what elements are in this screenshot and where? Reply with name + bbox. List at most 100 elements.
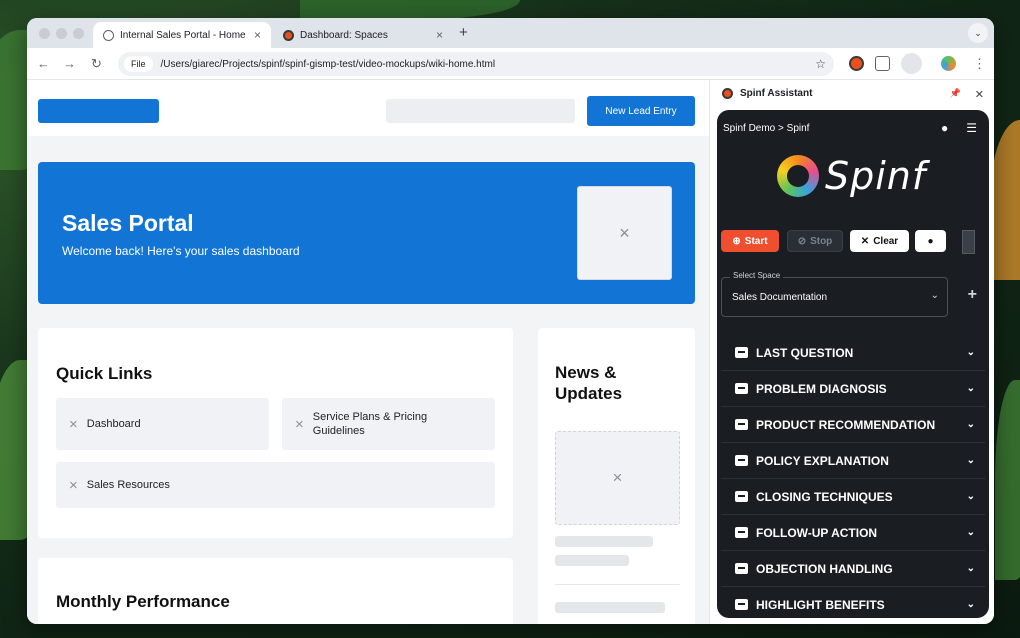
level-meter <box>962 230 975 254</box>
side-panel-title: Spinf Assistant <box>740 88 813 99</box>
section-product-recommendation[interactable]: PRODUCT RECOMMENDATION ⌄ <box>721 407 985 443</box>
chevron-down-icon: ⌄ <box>966 599 975 610</box>
stop-button[interactable]: ⊘ Stop <box>787 230 843 252</box>
background-leaf <box>300 0 520 20</box>
select-space-label: Select Space <box>730 271 784 280</box>
select-space-value: Sales Documentation <box>732 292 828 303</box>
puzzle-extensions-icon[interactable] <box>875 56 890 71</box>
quick-link-sales-resources[interactable]: × Sales Resources <box>56 462 495 508</box>
close-window-button[interactable] <box>39 28 50 39</box>
news-divider <box>555 584 680 585</box>
comment-icon <box>735 527 748 538</box>
news-skeleton-line <box>555 602 665 613</box>
clear-label: Clear <box>873 235 899 247</box>
minimize-window-button[interactable] <box>56 28 67 39</box>
close-tab-icon[interactable]: × <box>436 28 443 42</box>
clear-button[interactable]: ✕ Clear <box>850 230 909 252</box>
portal-header: New Lead Entry <box>27 80 709 136</box>
comment-icon <box>735 491 748 502</box>
close-tab-icon[interactable]: × <box>254 28 261 42</box>
portal-logo-placeholder[interactable] <box>38 99 159 123</box>
assistant-app: Spinf Demo > Spinf ● ☰ Spinf ⊕ Start ⊘ S… <box>717 110 989 618</box>
page-content: New Lead Entry Sales Portal Welcome back… <box>27 80 709 624</box>
quick-links-title: Quick Links <box>56 364 153 383</box>
stop-label: Stop <box>810 235 833 247</box>
quick-link-label: Dashboard <box>86 418 141 430</box>
background-leaf <box>995 380 1020 580</box>
quick-links-card: Quick Links × Dashboard × Service Plans … <box>38 328 513 538</box>
background-leaf <box>990 120 1020 280</box>
comment-icon <box>735 383 748 394</box>
chat-button[interactable]: ● <box>915 230 946 252</box>
url-text: /Users/giarec/Projects/spinf/spinf-gismp… <box>160 58 496 70</box>
chevron-down-icon: ⌄ <box>966 383 975 394</box>
profile-avatar[interactable] <box>941 56 956 71</box>
tab-dashboard-spaces[interactable]: Dashboard: Spaces × <box>273 22 453 48</box>
section-follow-up-action[interactable]: FOLLOW-UP ACTION ⌄ <box>721 515 985 551</box>
chat-bubble-icon: ● <box>927 235 934 247</box>
person-add-icon: ⊕ <box>732 235 741 247</box>
user-icon[interactable]: ● <box>941 121 948 135</box>
tab-internal-sales-portal[interactable]: Internal Sales Portal - Home × <box>93 22 271 48</box>
news-image-placeholder: × <box>555 431 680 525</box>
add-space-button[interactable]: + <box>968 286 977 304</box>
quick-link-dashboard[interactable]: × Dashboard <box>56 398 269 450</box>
section-label: PRODUCT RECOMMENDATION <box>756 417 936 432</box>
news-card: News & Updates × <box>538 328 695 624</box>
section-label: PROBLEM DIAGNOSIS <box>756 381 887 396</box>
globe-icon <box>103 29 114 41</box>
comment-icon <box>735 563 748 574</box>
broken-image-icon: × <box>295 415 304 433</box>
section-last-question[interactable]: LAST QUESTION ⌄ <box>721 335 985 371</box>
brand-wordmark: Spinf <box>825 154 927 198</box>
back-button[interactable]: ← <box>37 56 50 71</box>
quick-link-label: Sales Resources <box>86 479 170 491</box>
section-label: FOLLOW-UP ACTION <box>756 525 878 540</box>
reload-button[interactable]: ↻ <box>91 56 102 72</box>
forward-button[interactable]: → <box>63 56 76 71</box>
chevron-down-icon: ⌄ <box>966 491 975 502</box>
spinf-extension-icon[interactable] <box>849 56 864 71</box>
tab-search-button[interactable]: ⌄ <box>968 23 988 43</box>
side-panel-icon[interactable] <box>901 53 922 74</box>
section-label: LAST QUESTION <box>756 345 854 360</box>
settings-sliders-icon[interactable]: ☰ <box>966 121 977 135</box>
section-label: POLICY EXPLANATION <box>756 453 889 468</box>
close-icon[interactable]: ✕ <box>975 88 984 101</box>
search-input[interactable] <box>386 99 575 123</box>
browser-menu-icon[interactable]: ⋮ <box>973 56 986 72</box>
comment-icon <box>735 419 748 430</box>
section-label: OBJECTION HANDLING <box>756 561 893 576</box>
site-info-chip[interactable]: File <box>124 56 153 72</box>
section-policy-explanation[interactable]: POLICY EXPLANATION ⌄ <box>721 443 985 479</box>
select-space-dropdown[interactable]: Select Space Sales Documentation ⌄ <box>721 271 948 317</box>
chevron-down-icon: ⌄ <box>930 290 939 301</box>
hero-banner: Sales Portal Welcome back! Here's your s… <box>38 162 695 304</box>
hero-title: Sales Portal <box>62 210 194 236</box>
bookmark-star-icon[interactable]: ☆ <box>815 57 826 71</box>
spinf-side-panel: Spinf Assistant 📌 ✕ Spinf Demo > Spinf ●… <box>709 80 994 624</box>
address-bar[interactable]: File /Users/giarec/Projects/spinf/spinf-… <box>118 52 834 76</box>
section-objection-handling[interactable]: OBJECTION HANDLING ⌄ <box>721 551 985 587</box>
section-highlight-benefits[interactable]: HIGHLIGHT BENEFITS ⌄ <box>721 587 985 618</box>
broken-image-icon: × <box>69 415 78 433</box>
window-controls <box>39 28 84 39</box>
start-button[interactable]: ⊕ Start <box>721 230 779 252</box>
chevron-down-icon: ⌄ <box>966 419 975 430</box>
browser-window: Internal Sales Portal - Home × Dashboard… <box>27 18 994 624</box>
assistant-header-icons: ● ☰ <box>941 121 977 135</box>
new-lead-entry-button[interactable]: New Lead Entry <box>587 96 695 126</box>
chevron-down-icon: ⌄ <box>966 527 975 538</box>
chameleon-logo-icon <box>777 155 819 197</box>
comment-icon <box>735 347 748 358</box>
section-closing-techniques[interactable]: CLOSING TECHNIQUES ⌄ <box>721 479 985 515</box>
new-tab-button[interactable]: + <box>459 24 468 41</box>
browser-toolbar: ← → ↻ File /Users/giarec/Projects/spinf/… <box>27 48 994 80</box>
breadcrumb[interactable]: Spinf Demo > Spinf <box>723 123 809 134</box>
maximize-window-button[interactable] <box>73 28 84 39</box>
section-problem-diagnosis[interactable]: PROBLEM DIAGNOSIS ⌄ <box>721 371 985 407</box>
quick-link-service-plans[interactable]: × Service Plans & Pricing Guidelines <box>282 398 495 450</box>
monthly-performance-card: Monthly Performance <box>38 558 513 624</box>
mic-off-icon: ⊘ <box>797 235 807 247</box>
pin-icon[interactable]: 📌 <box>950 88 961 101</box>
